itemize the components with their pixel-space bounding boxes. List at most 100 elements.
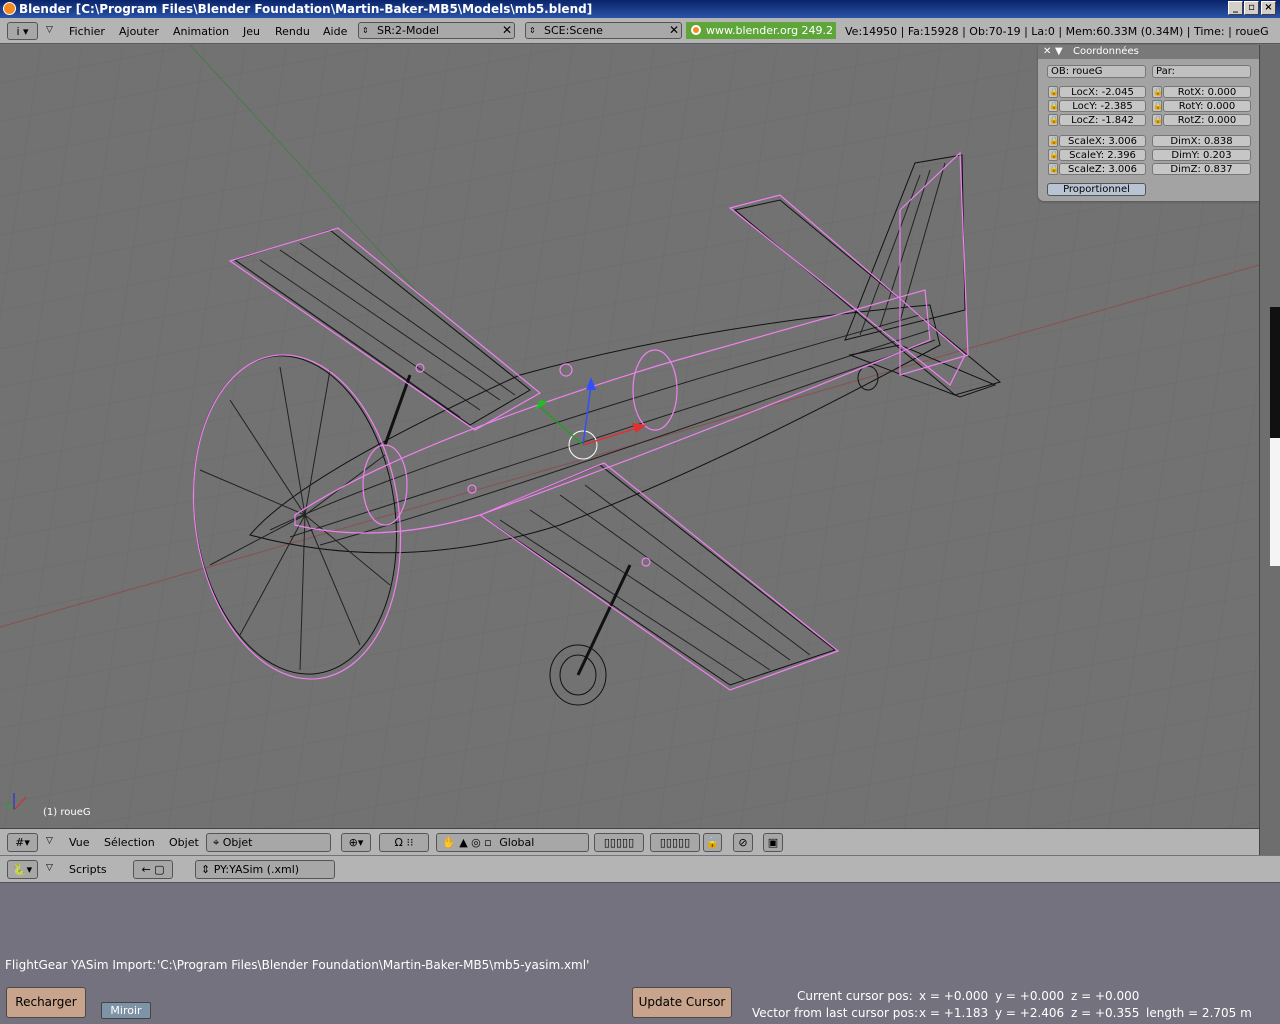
mode-text: Objet: [222, 836, 253, 849]
locx-field[interactable]: LocX: -2.045: [1059, 86, 1146, 98]
dimx-field[interactable]: DimX: 0.838: [1152, 135, 1251, 147]
maximize-button[interactable]: ▫: [1244, 1, 1259, 15]
layer-buttons-2[interactable]: ▯▯▯▯▯: [650, 833, 700, 852]
import-path: 'C:\Program Files\Blender Foundation\Mar…: [157, 958, 590, 972]
lock-locz-icon[interactable]: 🔒: [1048, 114, 1059, 126]
close-panel-icon[interactable]: ✕: [1043, 45, 1051, 59]
import-label: FlightGear YASim Import:: [5, 958, 157, 972]
editor-type-info-button[interactable]: i ▾: [7, 22, 38, 40]
transform-properties-panel: ✕ ▼ Coordonnées OB: roueG Par: 🔒 LocX: -…: [1038, 45, 1259, 201]
reload-button[interactable]: Recharger: [6, 987, 86, 1018]
screen-selector[interactable]: ⇕ SR:2-Model ✕: [358, 22, 515, 39]
menu-animation[interactable]: Animation: [173, 25, 229, 38]
translate-icon[interactable]: ▲: [459, 836, 467, 849]
delete-scene-icon[interactable]: ✕: [669, 23, 679, 38]
lock-locy-icon[interactable]: 🔒: [1048, 100, 1059, 112]
blender-logo-icon: [3, 2, 16, 15]
scene-browse-icon[interactable]: ⇕: [529, 23, 536, 38]
vector-length: length = 2.705 m: [1146, 1006, 1252, 1020]
collapse-panel-icon[interactable]: ▼: [1055, 45, 1063, 59]
lock-layers-icon[interactable]: 🔒: [703, 833, 722, 852]
rotz-field[interactable]: RotZ: 0.000: [1163, 114, 1251, 126]
menu-selection[interactable]: Sélection: [104, 836, 155, 849]
active-object-label: (1) roueG: [43, 807, 91, 818]
snap-icon[interactable]: ⊘: [733, 833, 753, 852]
pivot-selector[interactable]: Ω ⁝⁝: [379, 833, 429, 852]
window-title: Blender [C:\Program Files\Blender Founda…: [19, 2, 593, 16]
dimz-field[interactable]: DimZ: 0.837: [1152, 163, 1251, 175]
3d-view-header: #▾ ▽ Vue Sélection Objet ⌖ Objet ⊕▾ Ω ⁝⁝…: [0, 828, 1259, 855]
roty-field[interactable]: RotY: 0.000: [1163, 100, 1251, 112]
lock-rotx-icon[interactable]: 🔒: [1152, 86, 1163, 98]
scale-icon[interactable]: ▫: [484, 836, 491, 849]
delete-screen-icon[interactable]: ✕: [502, 23, 512, 38]
viewport-scrollbar[interactable]: [1259, 45, 1280, 855]
scripts-header: 🐍▾ ▽ Scripts ← ▢ ⇕ PY:YASim (.xml): [0, 856, 1280, 883]
orientation-text: Global: [499, 836, 535, 849]
locy-field[interactable]: LocY: -2.385: [1059, 100, 1146, 112]
cursor-y: y = +0.000: [995, 989, 1065, 1003]
browse-icon[interactable]: ⇕: [201, 863, 214, 876]
minimize-button[interactable]: _: [1228, 1, 1243, 15]
screen-browse-icon[interactable]: ⇕: [362, 23, 369, 38]
rotx-field[interactable]: RotX: 0.000: [1163, 86, 1251, 98]
layer-buttons-1[interactable]: ▯▯▯▯▯: [594, 833, 644, 852]
cursor-z: z = +0.000: [1071, 989, 1140, 1003]
scalez-field[interactable]: ScaleZ: 3.006: [1059, 163, 1146, 175]
info-header: i ▾ ▽ Fichier Ajouter Animation Jeu Rend…: [0, 18, 1280, 44]
vector-label: Vector from last cursor pos:: [752, 1006, 918, 1020]
script-panel: FlightGear YASim Import: 'C:\Program Fil…: [0, 883, 1280, 1024]
script-nav-buttons[interactable]: ← ▢: [133, 860, 173, 879]
cursor-x: x = +0.000: [919, 989, 989, 1003]
collapse-menu-icon[interactable]: ▽: [46, 25, 53, 35]
editor-type-3dview-button[interactable]: #▾: [7, 833, 38, 852]
update-cursor-button[interactable]: Update Cursor: [632, 987, 732, 1018]
scalex-field[interactable]: ScaleX: 3.006: [1059, 135, 1146, 147]
blender-logo-icon: [691, 25, 701, 35]
menu-objet[interactable]: Objet: [169, 836, 199, 849]
render-preview-icon[interactable]: ▣: [763, 833, 783, 852]
scene-name: SCE:Scene: [544, 24, 603, 37]
script-selector[interactable]: ⇕ PY:YASim (.xml): [195, 860, 335, 879]
dimy-field[interactable]: DimY: 0.203: [1152, 149, 1251, 161]
scene-selector[interactable]: ⇕ SCE:Scene ✕: [525, 22, 682, 39]
draw-type-selector[interactable]: ⊕▾: [341, 833, 371, 852]
menu-ajouter[interactable]: Ajouter: [119, 25, 159, 38]
panel-titlebar[interactable]: ✕ ▼ Coordonnées: [1038, 45, 1259, 59]
panel-title: Coordonnées: [1073, 46, 1139, 57]
menu-rendu[interactable]: Rendu: [275, 25, 310, 38]
menu-vue[interactable]: Vue: [69, 836, 90, 849]
scripts-menu[interactable]: Scripts: [69, 863, 107, 876]
manipulator-toolbar[interactable]: ✋ ▲ ◎ ▫ Global: [436, 833, 589, 852]
vector-z: z = +0.355: [1071, 1006, 1140, 1020]
menu-aide[interactable]: Aide: [323, 25, 347, 38]
proportional-button[interactable]: Proportionnel: [1047, 183, 1146, 196]
scaley-field[interactable]: ScaleY: 2.396: [1059, 149, 1146, 161]
vector-x: x = +1.183: [919, 1006, 989, 1020]
vector-y: y = +2.406: [995, 1006, 1065, 1020]
mode-selector[interactable]: ⌖ Objet: [206, 833, 331, 852]
lock-locx-icon[interactable]: 🔒: [1048, 86, 1059, 98]
menu-fichier[interactable]: Fichier: [69, 25, 105, 38]
mirror-toggle[interactable]: Miroir: [101, 1002, 151, 1019]
hand-icon[interactable]: ✋: [442, 836, 456, 849]
url-text: www.blender.org 249.2: [706, 24, 834, 37]
object-name-field[interactable]: OB: roueG: [1047, 65, 1146, 78]
locz-field[interactable]: LocZ: -1.842: [1059, 114, 1146, 126]
scrollbar-thumb[interactable]: [1270, 438, 1280, 566]
lock-scalez-icon[interactable]: 🔒: [1048, 163, 1059, 175]
collapse-menu-icon[interactable]: ▽: [46, 836, 53, 846]
menu-jeu[interactable]: Jeu: [243, 25, 260, 38]
blender-url-badge[interactable]: www.blender.org 249.2: [686, 22, 836, 39]
lock-rotz-icon[interactable]: 🔒: [1152, 114, 1163, 126]
lock-scalex-icon[interactable]: 🔒: [1048, 135, 1059, 147]
lock-roty-icon[interactable]: 🔒: [1152, 100, 1163, 112]
parent-field[interactable]: Par:: [1152, 65, 1251, 78]
lock-scaley-icon[interactable]: 🔒: [1048, 149, 1059, 161]
cursor-pos-label: Current cursor pos:: [797, 989, 913, 1003]
script-name: PY:YASim (.xml): [213, 863, 300, 876]
editor-type-scripts-button[interactable]: 🐍▾: [7, 860, 38, 879]
collapse-menu-icon[interactable]: ▽: [46, 863, 53, 873]
close-window-button[interactable]: ×: [1261, 1, 1276, 15]
rotate-icon[interactable]: ◎: [471, 836, 481, 849]
